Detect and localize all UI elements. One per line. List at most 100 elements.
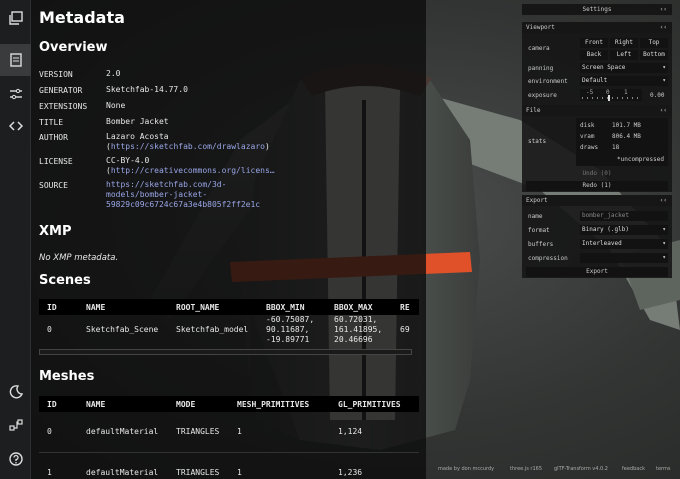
rail-button-code[interactable] xyxy=(0,110,31,142)
scenes-table-scrollbar[interactable] xyxy=(39,349,412,355)
cell-root-name: Sketchfab_model xyxy=(176,325,249,334)
network-icon xyxy=(8,419,23,431)
page-title: Metadata xyxy=(39,8,125,27)
chevron-icon: ‹‹ xyxy=(659,24,667,31)
source-link[interactable]: https://sketchfab.com/3d- models/bomber-… xyxy=(106,180,260,210)
stat-vram-value: 806.4 MB xyxy=(612,133,641,140)
source-link-line-3: 59829c09c6724c67a3e4b805f2ff2e1c xyxy=(106,200,261,209)
cell-name: defaultMaterial xyxy=(86,468,159,477)
camera-right-button[interactable]: Right xyxy=(610,38,638,48)
cell-bbox-min: -60.75087, 90.11687, -19.89771 xyxy=(266,315,315,344)
footer-threejs-link[interactable]: three.js r165 xyxy=(510,466,542,472)
overview-heading: Overview xyxy=(39,40,108,55)
kv-key-license: LICENSE xyxy=(39,157,73,166)
format-select[interactable]: Binary (.glb) ▾ xyxy=(580,225,668,235)
settings-label: Settings xyxy=(582,6,612,13)
camera-bottom-button[interactable]: Bottom xyxy=(640,50,668,60)
chevron-icon: ‹‹ xyxy=(659,107,667,114)
chevron-icon: ‹‹ xyxy=(659,6,667,13)
rail-button-transforms[interactable] xyxy=(0,78,31,110)
exposure-value: 0.00 xyxy=(650,92,665,99)
icon-rail xyxy=(0,0,31,479)
environment-label: environment xyxy=(528,78,568,85)
xmp-heading: XMP xyxy=(39,224,72,239)
author-name: Lazaro Acosta xyxy=(106,132,169,141)
panning-select[interactable]: Screen Space ▾ xyxy=(580,63,668,73)
license-link-line: (http://creativecommons.org/licens… xyxy=(106,166,275,175)
buffers-select[interactable]: Interleaved ▾ xyxy=(580,239,668,249)
metadata-panel: Metadata Overview VERSION 2.0 GENERATOR … xyxy=(31,0,426,479)
author-link[interactable]: https://sketchfab.com/drawlazaro xyxy=(111,142,265,151)
stat-draws-key: draws xyxy=(580,144,599,151)
col-gl-primitives: GL_PRIMITIVES xyxy=(338,400,401,409)
panning-label: panning xyxy=(528,65,554,72)
exposure-label: exposure xyxy=(528,92,557,99)
camera-label: camera xyxy=(528,45,550,52)
license-link[interactable]: http://creativecommons.org/licens… xyxy=(111,166,275,175)
undo-button[interactable]: Undo (0) xyxy=(526,169,668,179)
col-re: RE xyxy=(400,303,410,312)
environment-select[interactable]: Default ▾ xyxy=(580,76,668,86)
col-id: ID xyxy=(47,400,57,409)
kv-value-title: Bomber Jacket xyxy=(106,117,169,126)
cell-re: 69 xyxy=(400,325,410,334)
kv-key-extensions: EXTENSIONS xyxy=(39,102,88,111)
export-name-input[interactable]: bomber_jacket xyxy=(580,211,668,221)
help-icon xyxy=(8,452,23,466)
col-name: NAME xyxy=(86,303,106,312)
cell-id: 1 xyxy=(47,468,52,477)
license-name: CC-BY-4.0 xyxy=(106,156,150,165)
viewport-section: camera Front Right Top Back Left Bottom … xyxy=(522,33,672,105)
export-section: name bomber_jacket format Binary (.glb) ▾… xyxy=(522,206,672,278)
viewport-section-header[interactable]: Viewport ‹‹ xyxy=(522,22,672,33)
rail-button-viewer[interactable] xyxy=(0,2,31,34)
stat-disk-key: disk xyxy=(580,122,595,129)
cell-mode: TRIANGLES xyxy=(176,468,220,477)
code-icon xyxy=(8,121,23,131)
exposure-slider[interactable]: -5 0 1 xyxy=(580,89,642,101)
camera-top-button[interactable]: Top xyxy=(640,38,668,48)
meshes-heading: Meshes xyxy=(39,369,95,384)
kv-key-source: SOURCE xyxy=(39,181,68,190)
kv-value-generator: Sketchfab-14.77.0 xyxy=(106,85,188,94)
compression-select[interactable]: ▾ xyxy=(580,253,668,263)
camera-front-button[interactable]: Front xyxy=(580,38,608,48)
file-section-header[interactable]: File ‹‹ xyxy=(522,105,672,116)
rail-button-graph[interactable] xyxy=(0,409,31,441)
col-mesh-primitives: MESH_PRIMITIVES xyxy=(237,400,310,409)
rail-button-help[interactable] xyxy=(0,443,31,475)
cell-mesh-primitives: 1 xyxy=(237,468,242,477)
camera-left-button[interactable]: Left xyxy=(610,50,638,60)
rail-button-metadata[interactable] xyxy=(0,44,31,76)
meshes-table-header: ID NAME MODE MESH_PRIMITIVES GL_PRIMITIV… xyxy=(39,396,419,412)
format-label: format xyxy=(528,227,550,234)
footer-gltf-transform-link[interactable]: glTF-Transform v4.0.2 xyxy=(554,466,608,472)
stats-note: *uncompressed xyxy=(617,156,664,163)
col-name: NAME xyxy=(86,400,106,409)
scenes-table: ID NAME ROOT_NAME BBOX_MIN BBOX_MAX RE 0… xyxy=(39,299,419,359)
stat-draws-value: 18 xyxy=(612,144,620,151)
kv-value-version: 2.0 xyxy=(106,69,121,78)
viewport-label: Viewport xyxy=(526,24,555,31)
settings-bar[interactable]: Settings ‹‹ xyxy=(522,4,672,15)
file-section: stats disk 101.7 MB vram 806.4 MB draws 18 … xyxy=(522,116,672,192)
cell-gl-primitives: 1,236 xyxy=(338,468,363,477)
sliders-icon xyxy=(9,88,22,100)
cell-gl-primitives: 1,124 xyxy=(338,427,363,436)
kv-key-title: TITLE xyxy=(39,118,64,127)
redo-button[interactable]: Redo (1) xyxy=(526,181,668,191)
cell-id: 0 xyxy=(47,427,52,436)
rail-button-theme[interactable] xyxy=(0,376,31,408)
cell-name: Sketchfab_Scene xyxy=(86,325,159,334)
footer-credit-link[interactable]: made by don mccurdy xyxy=(438,466,494,472)
compression-label: compression xyxy=(528,255,568,262)
camera-back-button[interactable]: Back xyxy=(580,50,608,60)
col-bbox-min: BBOX_MIN xyxy=(266,303,305,312)
footer-terms-link[interactable]: terms xyxy=(656,466,670,472)
export-section-header[interactable]: Export ‹‹ xyxy=(522,195,672,206)
footer-feedback-link[interactable]: feedback xyxy=(622,466,645,472)
cell-mode: TRIANGLES xyxy=(176,427,220,436)
export-button[interactable]: Export xyxy=(526,267,668,277)
source-link-line-2: models/bomber-jacket- xyxy=(106,190,208,199)
col-root-name: ROOT_NAME xyxy=(176,303,220,312)
